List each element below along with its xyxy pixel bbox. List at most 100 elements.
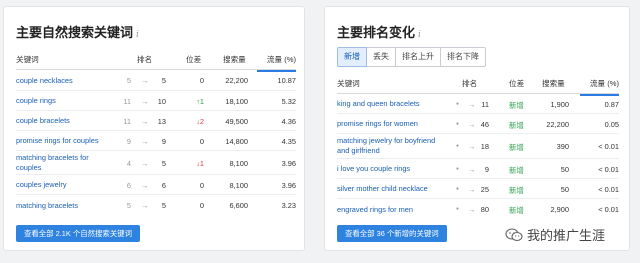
current-rank: 25 bbox=[480, 184, 489, 194]
table-header: 关键词 排名 位差 搜索量 流量 (%) bbox=[16, 48, 296, 72]
previous-rank-none: ● bbox=[456, 206, 460, 212]
traffic-percent: < 0.01 bbox=[598, 205, 619, 214]
current-rank: 10 bbox=[157, 96, 166, 106]
position-new-badge: 新增 bbox=[509, 143, 524, 152]
header-keyword[interactable]: 关键词 bbox=[16, 54, 39, 65]
header-position[interactable]: 位差 bbox=[509, 78, 524, 89]
previous-rank-none: ● bbox=[456, 165, 460, 172]
arrow-right-icon: → bbox=[468, 99, 476, 109]
keyword-link[interactable]: matching jewelry for boyfriend and girlf… bbox=[337, 136, 449, 156]
previous-rank: 9 bbox=[126, 136, 131, 146]
search-volume: 22,200 bbox=[546, 119, 569, 129]
view-all-new-button[interactable]: 查看全部 36 个新增的关键词 bbox=[337, 225, 447, 242]
previous-rank-none: ● bbox=[456, 120, 460, 127]
search-volume: 6,600 bbox=[229, 201, 249, 210]
ranking-changes-table: 关键词 排名 位差 搜索量 流量 (%) king and queen brac… bbox=[337, 72, 619, 220]
current-rank: 5 bbox=[161, 158, 166, 168]
table-row: couple rings 11 → 10 ↑1 18,100 5.32 bbox=[16, 91, 296, 111]
current-rank: 13 bbox=[157, 116, 166, 126]
keyword-link[interactable]: couple rings bbox=[16, 96, 56, 106]
position-change: 0 bbox=[199, 180, 204, 190]
watermark-text: 我的推广生涯 bbox=[527, 229, 606, 244]
header-rank[interactable]: 排名 bbox=[137, 54, 152, 65]
keyword-link[interactable]: promise rings for women bbox=[337, 119, 418, 129]
previous-rank-none: ● bbox=[456, 100, 460, 107]
keyword-link[interactable]: king and queen bracelets bbox=[337, 99, 420, 109]
previous-rank: 11 bbox=[123, 96, 131, 106]
table-row: promise rings for women ● → 46 新增 22,200 0.05 bbox=[337, 114, 619, 134]
traffic-percent: 5.32 bbox=[281, 96, 296, 106]
card-title: 主要排名变化 i bbox=[337, 22, 421, 41]
search-volume: 49,500 bbox=[225, 116, 248, 126]
position-change: 0 bbox=[199, 76, 204, 85]
current-rank: 9 bbox=[484, 164, 489, 174]
previous-rank: 11 bbox=[123, 116, 131, 126]
header-keyword[interactable]: 关键词 bbox=[337, 78, 360, 89]
traffic-percent: 3.96 bbox=[281, 180, 296, 190]
card-title-text: 主要自然搜索关键词 bbox=[16, 25, 134, 40]
position-new-badge: 新增 bbox=[509, 185, 524, 195]
previous-rank-none: ● bbox=[456, 143, 460, 149]
current-rank: 5 bbox=[161, 76, 166, 85]
search-volume: 18,100 bbox=[225, 96, 248, 106]
keyword-link[interactable]: silver mother child necklace bbox=[337, 184, 428, 194]
arrow-right-icon: → bbox=[141, 180, 149, 190]
table-row: matching bracelets 5 → 5 0 6,600 3.23 bbox=[16, 195, 296, 216]
position-change: ↓2 bbox=[196, 116, 204, 126]
position-change: ↑1 bbox=[196, 96, 204, 106]
ranking-changes-card: 主要排名变化 i 新增 丢失 排名上升 排名下降 关键词 排名 位差 搜索量 流量… bbox=[324, 6, 630, 251]
search-volume: 50 bbox=[560, 184, 569, 194]
table-row: i love you couple rings ● → 9 新增 50 < 0.01 bbox=[337, 159, 619, 179]
header-rank[interactable]: 排名 bbox=[462, 78, 477, 89]
card-title: 主要自然搜索关键词 i bbox=[16, 22, 139, 41]
search-volume: 2,900 bbox=[550, 205, 570, 214]
traffic-percent: < 0.01 bbox=[598, 184, 619, 194]
header-volume[interactable]: 搜索量 bbox=[542, 78, 565, 89]
table-row: matching jewelry for boyfriend and girlf… bbox=[337, 134, 619, 159]
current-rank: 5 bbox=[161, 201, 166, 210]
table-row: engraved rings for men ● → 80 新增 2,900 < 0.01 bbox=[337, 199, 619, 220]
current-rank: 46 bbox=[480, 119, 489, 129]
keyword-link[interactable]: couple bracelets bbox=[16, 116, 70, 126]
current-rank: 80 bbox=[480, 205, 489, 214]
arrow-right-icon: → bbox=[468, 164, 476, 174]
current-rank: 9 bbox=[161, 136, 166, 146]
table-row: couple bracelets 11 → 13 ↓2 49,500 4.36 bbox=[16, 111, 296, 131]
arrow-right-icon: → bbox=[141, 158, 149, 168]
card-title-text: 主要排名变化 bbox=[337, 25, 416, 40]
position-new-badge: 新增 bbox=[509, 206, 524, 215]
tab-new[interactable]: 新增 bbox=[337, 47, 367, 67]
table-row: promise rings for couples 9 → 9 0 14,800 4.35 bbox=[16, 131, 296, 151]
search-volume: 1,900 bbox=[550, 99, 570, 109]
tab-improved[interactable]: 排名上升 bbox=[396, 47, 441, 67]
traffic-percent: 3.96 bbox=[281, 158, 296, 168]
keyword-link[interactable]: i love you couple rings bbox=[337, 164, 410, 174]
organic-keywords-card: 主要自然搜索关键词 i 关键词 排名 位差 搜索量 流量 (%) couple n… bbox=[3, 6, 305, 251]
header-position[interactable]: 位差 bbox=[186, 54, 201, 65]
keyword-link[interactable]: engraved rings for men bbox=[337, 205, 413, 215]
view-all-organic-button[interactable]: 查看全部 2.1K 个自然搜索关键词 bbox=[16, 225, 140, 242]
current-rank: 11 bbox=[481, 99, 489, 109]
keyword-link[interactable]: matching bracelets for couples bbox=[16, 153, 111, 173]
arrow-right-icon: → bbox=[468, 142, 476, 151]
tab-lost[interactable]: 丢失 bbox=[367, 47, 396, 67]
arrow-right-icon: → bbox=[141, 136, 149, 146]
header-volume[interactable]: 搜索量 bbox=[223, 54, 246, 65]
current-rank: 6 bbox=[161, 180, 166, 190]
position-change: ↓1 bbox=[196, 158, 204, 168]
info-icon[interactable]: i bbox=[136, 30, 139, 40]
arrow-right-icon: → bbox=[468, 184, 476, 194]
search-volume: 8,100 bbox=[229, 180, 249, 190]
table-row: matching bracelets for couples 4 → 5 ↓1 8,100… bbox=[16, 151, 296, 175]
info-icon[interactable]: i bbox=[418, 30, 421, 40]
position-change: 0 bbox=[199, 201, 204, 210]
keyword-link[interactable]: couples jewelry bbox=[16, 180, 67, 190]
keyword-link[interactable]: matching bracelets bbox=[16, 201, 78, 211]
keyword-link[interactable]: promise rings for couples bbox=[16, 136, 99, 146]
tab-declined[interactable]: 排名下降 bbox=[441, 47, 486, 67]
keyword-link[interactable]: couple necklaces bbox=[16, 76, 73, 86]
current-rank: 18 bbox=[480, 142, 489, 151]
traffic-percent: 0.05 bbox=[604, 119, 619, 129]
traffic-percent: 0.87 bbox=[604, 99, 619, 109]
previous-rank-none: ● bbox=[456, 185, 460, 192]
